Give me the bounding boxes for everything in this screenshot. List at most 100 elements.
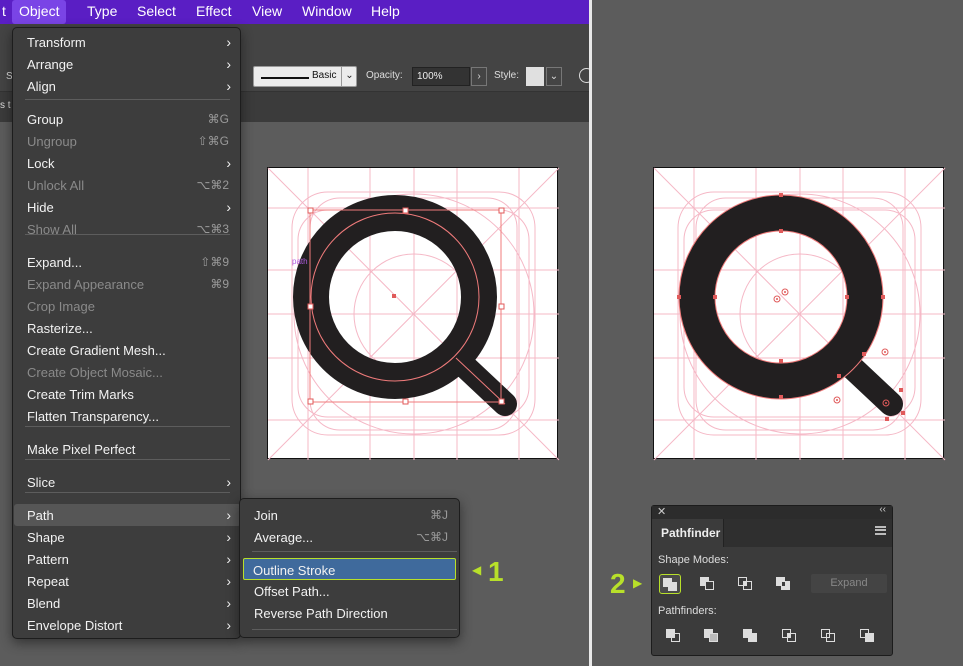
- submenu-item-reverse-path-direction[interactable]: Reverse Path Direction: [241, 602, 460, 624]
- stroke-line-preview: [261, 77, 309, 79]
- menu-item-slice[interactable]: Slice ›: [14, 471, 241, 493]
- menu-type[interactable]: Type: [80, 0, 124, 24]
- submenu-item-outline-stroke[interactable]: Outline Stroke: [243, 558, 456, 580]
- menu-item-path[interactable]: Path ›: [14, 504, 241, 526]
- menu-object[interactable]: Object: [12, 0, 67, 24]
- menu-item-label: Ungroup: [27, 134, 77, 149]
- outlined-ring: [679, 195, 883, 399]
- artboard-after-art: [653, 167, 946, 461]
- opacity-field[interactable]: 100%: [412, 67, 470, 86]
- menu-separator: [25, 234, 230, 235]
- menu-item-shape[interactable]: Shape ›: [14, 526, 241, 548]
- menu-item-label: Blend: [27, 596, 61, 611]
- menu-item-flatten-transparency[interactable]: Flatten Transparency...: [14, 405, 241, 427]
- menu-edit-fragment[interactable]: t: [0, 0, 13, 24]
- merge-icon[interactable]: [740, 626, 762, 646]
- menu-item-label: Shape: [27, 530, 65, 545]
- chevron-right-icon: ›: [226, 573, 231, 589]
- menu-item-group[interactable]: Group ⌘G: [14, 108, 241, 130]
- submenu-item-shortcut: ⌘J: [430, 508, 448, 522]
- menu-item-create-object-mosaic[interactable]: Create Object Mosaic...: [14, 361, 241, 383]
- minus-back-icon[interactable]: [857, 626, 879, 646]
- menu-item-label: Crop Image: [27, 299, 95, 314]
- panel-title-strip: ✕ ‹‹: [652, 504, 892, 519]
- chevron-down-icon[interactable]: ⌄: [546, 67, 562, 86]
- chevron-right-icon: ›: [226, 595, 231, 611]
- style-swatch[interactable]: [526, 67, 544, 86]
- artboard-before[interactable]: path: [267, 167, 560, 461]
- menu-item-crop-image[interactable]: Crop Image: [14, 295, 241, 317]
- menu-item-label: Arrange: [27, 57, 74, 72]
- collapse-icon[interactable]: ‹‹: [879, 504, 886, 515]
- document-tab-fragment[interactable]: s t: [0, 100, 11, 111]
- menu-item-hide[interactable]: Hide ›: [14, 196, 241, 218]
- chevron-right-icon: ›: [226, 551, 231, 567]
- menu-item-envelope-distort[interactable]: Envelope Distort ›: [14, 614, 241, 636]
- menu-item-create-trim-marks[interactable]: Create Trim Marks: [14, 383, 241, 405]
- menu-item-expand-appearance[interactable]: Expand Appearance ⌘9: [14, 273, 241, 295]
- menu-window[interactable]: Window: [295, 0, 359, 24]
- menu-help[interactable]: Help: [364, 0, 407, 24]
- chevron-down-icon[interactable]: ⌄: [341, 67, 357, 86]
- menu-item-shortcut: ⌥⌘2: [196, 178, 229, 192]
- unite-icon[interactable]: [659, 574, 681, 594]
- trim-icon[interactable]: [701, 626, 723, 646]
- recolor-icon[interactable]: [579, 68, 589, 83]
- menu-item-label: Flatten Transparency...: [27, 409, 159, 424]
- stroke-profile-dropdown[interactable]: Basic ⌄: [253, 66, 357, 87]
- submenu-item-average[interactable]: Average... ⌥⌘J: [241, 526, 460, 548]
- stroke-profile-label: Basic: [312, 70, 337, 81]
- menu-item-rasterize[interactable]: Rasterize...: [14, 317, 241, 339]
- menu-item-shortcut: ⌘9: [210, 277, 229, 291]
- menu-item-ungroup[interactable]: Ungroup ⇧⌘G: [14, 130, 241, 152]
- chevron-right-icon: ›: [226, 529, 231, 545]
- crop-icon[interactable]: [779, 626, 801, 646]
- menu-item-create-gradient-mesh[interactable]: Create Gradient Mesh...: [14, 339, 241, 361]
- chevron-right-icon[interactable]: ›: [471, 67, 487, 86]
- menu-item-shortcut: ⌘G: [207, 112, 229, 126]
- menu-item-make-pixel-perfect[interactable]: Make Pixel Perfect: [14, 438, 241, 460]
- submenu-item-offset-path[interactable]: Offset Path...: [241, 580, 460, 602]
- menu-item-label: Lock: [27, 156, 55, 171]
- menu-item-pattern[interactable]: Pattern ›: [14, 548, 241, 570]
- chevron-right-icon: ›: [226, 617, 231, 633]
- submenu-item-join[interactable]: Join ⌘J: [241, 504, 460, 526]
- menu-item-label: Unlock All: [27, 178, 85, 193]
- close-icon[interactable]: ✕: [657, 505, 666, 518]
- menu-item-transform[interactable]: Transform ›: [14, 31, 241, 53]
- menu-item-label: Path: [27, 508, 54, 523]
- illustrator-window-left: t Object Type Select Effect View Window …: [0, 0, 589, 666]
- step-2-number: 2: [610, 568, 626, 599]
- menu-view[interactable]: View: [245, 0, 289, 24]
- expand-button[interactable]: Expand: [811, 574, 887, 593]
- menu-item-repeat[interactable]: Repeat ›: [14, 570, 241, 592]
- artboard-before-art: path: [267, 167, 560, 461]
- illustrator-window-right: 2 ▶ ✕ ‹‹ Pathfinder Shape Modes: Expand …: [592, 0, 963, 666]
- divide-icon[interactable]: [663, 626, 685, 646]
- menu-item-label: Create Object Mosaic...: [27, 365, 163, 380]
- menu-item-lock[interactable]: Lock ›: [14, 152, 241, 174]
- menu-item-label: Expand...: [27, 255, 82, 270]
- artboard-after[interactable]: [653, 167, 946, 461]
- menu-separator: [252, 629, 457, 630]
- menu-item-align[interactable]: Align ›: [14, 75, 241, 97]
- minus-front-icon[interactable]: [697, 574, 719, 594]
- intersect-icon[interactable]: [735, 574, 757, 594]
- outline-icon[interactable]: [818, 626, 840, 646]
- chevron-right-icon: ›: [226, 199, 231, 215]
- menu-item-unlock-all[interactable]: Unlock All ⌥⌘2: [14, 174, 241, 196]
- exclude-icon[interactable]: [773, 574, 795, 594]
- menu-item-label: Envelope Distort: [27, 618, 123, 633]
- panel-menu-icon[interactable]: [875, 526, 886, 535]
- submenu-item-shortcut: ⌥⌘J: [416, 530, 448, 544]
- opacity-label: Opacity:: [366, 70, 403, 81]
- menu-item-arrange[interactable]: Arrange ›: [14, 53, 241, 75]
- tab-pathfinder[interactable]: Pathfinder: [652, 519, 724, 547]
- menu-select[interactable]: Select: [130, 0, 183, 24]
- menu-effect[interactable]: Effect: [189, 0, 239, 24]
- menu-item-show-all[interactable]: Show All ⌥⌘3: [14, 218, 241, 240]
- menu-item-expand[interactable]: Expand... ⇧⌘9: [14, 251, 241, 273]
- shape-modes-label: Shape Modes:: [658, 554, 729, 566]
- submenu-item-label: Average...: [254, 530, 314, 545]
- menu-item-blend[interactable]: Blend ›: [14, 592, 241, 614]
